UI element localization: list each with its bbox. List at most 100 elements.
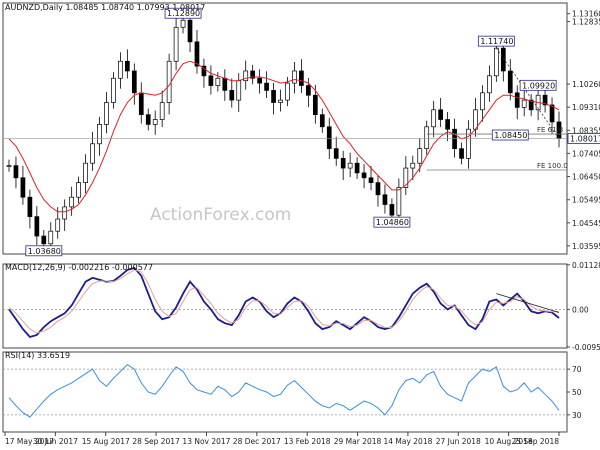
candle-body <box>354 162 360 174</box>
y-tick-label: 1.05495 <box>572 196 600 205</box>
chart: 1.131601.128351.102601.093101.083551.074… <box>0 0 600 450</box>
y-tick-label: 0.011288 <box>572 261 600 270</box>
candle-body <box>152 119 158 125</box>
y-tick-label: 1.04545 <box>572 219 600 228</box>
candle-body <box>417 148 423 164</box>
candle-body <box>62 206 68 220</box>
y-tick-label: -0.009537 <box>572 343 600 352</box>
y-tick-label: 1.03595 <box>572 242 600 251</box>
candle-body <box>173 26 179 62</box>
rsi-title: RSI(14) 33.6519 <box>5 351 70 360</box>
candle-body <box>326 126 332 149</box>
candle-body <box>487 75 492 94</box>
y-tick-label: 50 <box>572 388 582 397</box>
candle-body <box>264 82 269 91</box>
y-tick-label: 1.09310 <box>572 103 600 112</box>
candle-body <box>466 128 471 159</box>
candle-body <box>76 182 81 198</box>
candle-body <box>104 102 109 125</box>
price-title: AUDNZD,Daily 1.08485 1.08740 1.07993 1.0… <box>5 3 205 12</box>
candle-body <box>410 162 416 169</box>
x-tick-label: 28 Sep 2017 <box>132 437 180 446</box>
price-annotation-label: 1.09920 <box>522 81 555 90</box>
candle-body <box>159 102 165 120</box>
price-annotation-label: 1.03680 <box>28 247 61 256</box>
x-tick-label: 27 Jun 2018 <box>436 437 481 446</box>
price-annotation-label: 1.08450 <box>494 131 527 140</box>
candle-body <box>257 77 262 84</box>
candle-body <box>312 94 318 116</box>
candle-body <box>292 70 297 84</box>
candle-body <box>549 104 555 123</box>
candle-body <box>41 235 47 245</box>
candle-body <box>438 109 443 120</box>
candle-body <box>180 19 186 28</box>
candle-body <box>13 165 19 179</box>
candle-body <box>83 162 88 183</box>
candle-body <box>382 194 388 205</box>
candle-body <box>145 114 151 125</box>
x-tick-label: 14 May 2018 <box>383 437 432 446</box>
candle-body <box>48 230 54 245</box>
y-tick-label: 1.07405 <box>572 149 600 158</box>
candle-body <box>166 60 172 103</box>
fib-extension-label: FE 61.8 <box>537 126 563 134</box>
candle-body <box>507 70 513 94</box>
candle-body <box>375 182 381 196</box>
candle-body <box>445 119 450 130</box>
candle-body <box>194 41 200 67</box>
candle-body <box>333 148 339 159</box>
candle-body <box>285 82 290 101</box>
candle-body <box>493 47 499 77</box>
price-annotation-label: 1.08017 <box>570 134 600 143</box>
fib-extension-label: FE 100.0 <box>537 162 568 170</box>
candle-body <box>500 47 506 72</box>
candle-body <box>90 143 95 164</box>
candle-body <box>229 90 235 101</box>
candle-body <box>187 19 193 43</box>
y-tick-label: 0.00 <box>572 305 589 314</box>
x-tick-label: 29 Mar 2018 <box>334 437 382 446</box>
candle-body <box>236 80 242 101</box>
macd-title: MACD(12,26,9) -0.002216 -0.000577 <box>5 263 153 272</box>
candle-body <box>208 75 214 86</box>
y-tick-label: 1.12835 <box>572 18 600 27</box>
x-tick-label: 30 Jun 2017 <box>33 437 78 446</box>
candle-body <box>27 196 33 217</box>
candle-body <box>125 60 130 72</box>
x-tick-label: 13 Nov 2017 <box>182 437 230 446</box>
candle-body <box>459 148 464 159</box>
candle-body <box>319 114 325 128</box>
candle-body <box>6 165 12 167</box>
candle-body <box>473 109 478 130</box>
candle-body <box>69 196 75 208</box>
y-tick-label: 1.10260 <box>572 80 600 89</box>
candle-body <box>271 90 276 103</box>
y-tick-label: 30 <box>572 411 582 420</box>
candle-body <box>306 85 311 96</box>
candle-body <box>118 60 123 79</box>
candle-body <box>368 177 374 183</box>
watermark: ActionForex.com <box>150 205 291 225</box>
candle-body <box>131 70 137 94</box>
candle-body <box>34 216 40 237</box>
candle-body <box>521 99 527 108</box>
candle-body <box>55 218 61 232</box>
y-tick-label: 1.06450 <box>572 173 600 182</box>
candle-body <box>215 77 221 86</box>
y-tick-label: 70 <box>572 365 582 374</box>
candle-body <box>111 77 116 103</box>
candle-body <box>514 92 520 108</box>
candle-body <box>361 172 367 179</box>
candle-body <box>340 158 346 169</box>
x-tick-label: 28 Dec 2017 <box>233 437 281 446</box>
candle-body <box>480 92 485 111</box>
candle-body <box>97 124 102 145</box>
candle-body <box>20 177 26 198</box>
x-tick-label: 25 Sep 2018 <box>511 437 559 446</box>
candle-body <box>424 126 430 149</box>
x-tick-label: 13 Feb 2018 <box>284 437 331 446</box>
candle-body <box>396 187 402 216</box>
x-tick-label: 15 Aug 2017 <box>82 437 130 446</box>
price-annotation-label: 1.11740 <box>480 37 513 46</box>
